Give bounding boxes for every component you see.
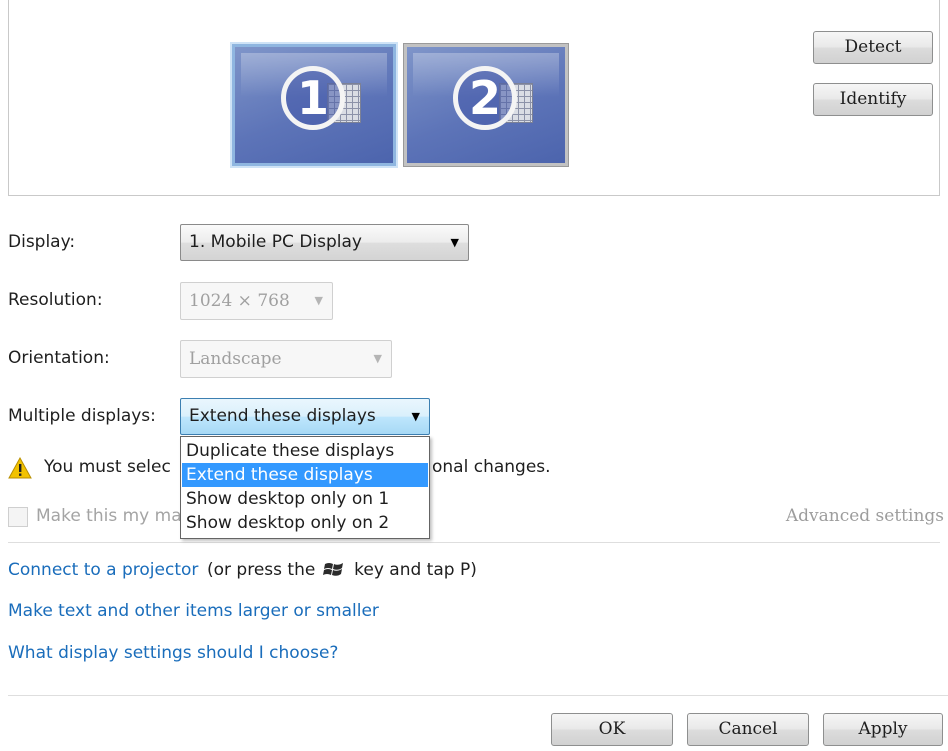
- display-select-value: 1. Mobile PC Display: [189, 232, 362, 252]
- orientation-label: Orientation:: [8, 348, 110, 368]
- projector-hint-start: (or press the: [207, 560, 316, 580]
- resolution-label: Resolution:: [8, 290, 103, 310]
- multiple-displays-dropdown-list: Duplicate these displays Extend these di…: [180, 436, 430, 539]
- cancel-button[interactable]: Cancel: [687, 713, 809, 746]
- footer-divider: [8, 695, 948, 696]
- detect-button[interactable]: Detect: [813, 31, 933, 64]
- dropdown-option-extend[interactable]: Extend these displays: [182, 463, 428, 487]
- monitor-preview-panel: 1 2 Detect Identify: [8, 0, 940, 196]
- main-display-checkbox[interactable]: [8, 507, 28, 527]
- dropdown-arrow-icon: ▼: [411, 410, 420, 423]
- dropdown-option-duplicate[interactable]: Duplicate these displays: [182, 439, 428, 463]
- windows-logo-icon: [322, 563, 343, 576]
- connect-projector-link[interactable]: Connect to a projector: [8, 560, 198, 580]
- dropdown-arrow-icon: ▼: [373, 352, 382, 365]
- ok-button[interactable]: OK: [551, 713, 673, 746]
- warning-text: You must selec: [44, 457, 171, 477]
- projector-shortcut-hint: (or press the key and tap P): [207, 560, 477, 580]
- resolution-select-value: 1024 × 768: [189, 291, 290, 311]
- dropdown-arrow-icon: ▼: [314, 294, 323, 307]
- display-settings-help-link[interactable]: What display settings should I choose?: [8, 643, 338, 663]
- display-label: Display:: [8, 232, 76, 252]
- multiple-displays-select-value: Extend these displays: [189, 406, 376, 426]
- display-select[interactable]: 1. Mobile PC Display ▼: [180, 224, 469, 261]
- identify-button[interactable]: Identify: [813, 83, 933, 116]
- warning-icon: [8, 457, 32, 479]
- monitor-1-number: 1: [281, 66, 345, 130]
- monitor-2-thumbnail[interactable]: 2: [403, 43, 569, 167]
- apply-button[interactable]: Apply: [823, 713, 943, 746]
- warning-text-tail: onal changes.: [432, 457, 551, 477]
- multiple-displays-select[interactable]: Extend these displays ▼: [180, 398, 430, 435]
- dropdown-option-desktop-only-1[interactable]: Show desktop only on 1: [182, 487, 428, 511]
- dropdown-option-desktop-only-2[interactable]: Show desktop only on 2: [182, 511, 428, 535]
- resolution-select: 1024 × 768 ▼: [180, 282, 333, 320]
- text-size-link[interactable]: Make text and other items larger or smal…: [8, 601, 379, 621]
- main-display-checkbox-label: Make this my ma: [36, 506, 182, 526]
- monitor-2-number: 2: [453, 66, 517, 130]
- orientation-select: Landscape ▼: [180, 340, 392, 378]
- dropdown-arrow-icon: ▼: [450, 236, 459, 249]
- monitor-1-thumbnail[interactable]: 1: [230, 42, 398, 168]
- advanced-settings-link[interactable]: Advanced settings: [786, 506, 944, 526]
- divider: [8, 542, 940, 543]
- projector-hint-end: key and tap P): [354, 560, 477, 580]
- orientation-select-value: Landscape: [189, 349, 282, 369]
- multiple-displays-label: Multiple displays:: [8, 406, 156, 426]
